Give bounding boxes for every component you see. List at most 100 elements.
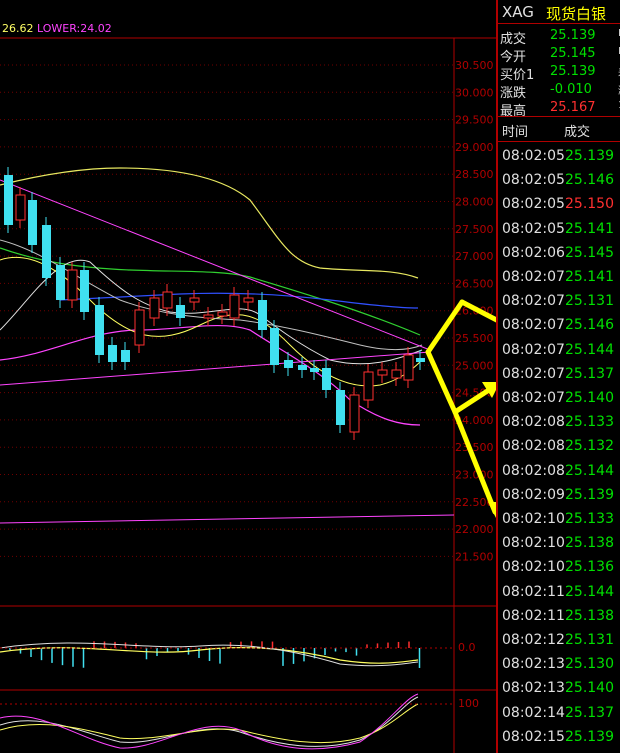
price-axis-label: 23.500 xyxy=(455,441,494,454)
tick-row[interactable]: 08:02:10 25.138 xyxy=(498,531,620,555)
quote-value: 25.139 xyxy=(550,28,596,43)
tick-row[interactable]: 08:02:06 25.145 xyxy=(498,241,620,265)
price-axis-label: 27.500 xyxy=(455,223,494,236)
tick-row[interactable]: 08:02:10 25.133 xyxy=(498,507,620,531)
tick-time: 08:02:08 xyxy=(502,438,565,455)
candlestick xyxy=(322,368,331,390)
quote-row: 今开 25.145 I xyxy=(498,46,620,65)
tick-row[interactable]: 08:02:12 25.131 xyxy=(498,628,620,652)
tick-row[interactable]: 08:02:11 25.144 xyxy=(498,580,620,604)
candlestick xyxy=(349,394,360,433)
quote-value: 25.145 xyxy=(550,46,596,61)
tick-row[interactable]: 08:02:13 25.140 xyxy=(498,676,620,700)
tick-price: 25.136 xyxy=(565,559,614,576)
candlestick xyxy=(243,297,254,303)
quote-row: 买价125.139差 xyxy=(498,64,620,83)
tick-row[interactable]: 08:02:07 25.146 xyxy=(498,313,620,337)
candlestick xyxy=(298,365,307,370)
tick-time: 08:02:10 xyxy=(502,511,565,527)
quote-row: 成交 25.139 I xyxy=(498,28,620,47)
price-axis-label: 30.500 xyxy=(455,59,494,72)
tick-price: 25.145 xyxy=(565,244,614,261)
tick-time: 08:02:11 xyxy=(502,583,565,600)
tick-row[interactable]: 08:02:11 25.138 xyxy=(498,604,620,628)
tick-row[interactable]: 08:02:07 25.144 xyxy=(498,338,620,362)
candlestick xyxy=(28,200,37,245)
tick-price: 25.139 xyxy=(565,728,614,745)
price-axis-label: 28.000 xyxy=(455,196,494,209)
candlestick xyxy=(217,311,228,317)
tick-price: 25.140 xyxy=(565,680,614,697)
tick-row[interactable]: 08:02:07 25.140 xyxy=(498,386,620,410)
tick-price: 25.141 xyxy=(565,269,614,285)
symbol-code: XAG xyxy=(502,3,534,21)
kline-chart[interactable]: 30.500 30.000 29.500 29.000 28.500 28.000 27.5… xyxy=(0,0,496,753)
tick-row[interactable]: 08:02:08 25.144 xyxy=(498,459,620,483)
quote-title: XAG 现货白银 xyxy=(498,0,620,24)
tick-row[interactable]: 08:02:08 25.133 xyxy=(498,410,620,434)
tick-price: 25.141 xyxy=(565,220,614,237)
tick-price: 25.137 xyxy=(565,704,614,721)
tick-price: 25.132 xyxy=(565,438,614,455)
candlestick xyxy=(149,297,160,319)
tick-row[interactable]: 08:02:07 25.141 xyxy=(498,265,620,289)
ticks-header: 时间 成交 xyxy=(498,116,620,142)
candlestick xyxy=(416,358,425,362)
tick-time: 08:02:07 xyxy=(502,293,565,310)
tick-price: 25.150 xyxy=(565,196,614,213)
price-axis-label: 25.500 xyxy=(455,332,494,345)
candlestick xyxy=(336,390,345,425)
tick-time: 08:02:08 xyxy=(502,462,565,479)
price-axis-label: 29.000 xyxy=(455,141,494,154)
tick-row[interactable]: 08:02:08 25.132 xyxy=(498,434,620,458)
candlestick xyxy=(4,175,13,225)
tick-price: 25.131 xyxy=(565,632,614,648)
kline-chart-area[interactable]: 26.62 LOWER:24.02 30.500 30.000 29.500 29.0… xyxy=(0,0,496,753)
tick-row[interactable]: 08:02:10 25.136 xyxy=(498,555,620,579)
tick-price: 25.146 xyxy=(565,172,614,189)
quote-row: 涨跌-0.010涨 xyxy=(498,82,620,101)
tick-row[interactable]: 08:02:05 25.141 xyxy=(498,217,620,241)
quote-label: 买价1 xyxy=(500,68,535,83)
tick-row[interactable]: 08:02:14 25.137 xyxy=(498,701,620,725)
symbol-name: 现货白银 xyxy=(546,5,607,23)
tick-time: 08:02:12 xyxy=(502,632,565,648)
kdj-100-label: 100 xyxy=(458,697,479,710)
tick-row[interactable]: 08:02:05 25.139 xyxy=(498,144,620,168)
tick-time: 08:02:05 xyxy=(502,220,565,237)
price-axis-label: 29.500 xyxy=(455,114,494,127)
tick-row[interactable]: 08:02:05 25.146 xyxy=(498,168,620,192)
price-axis-label: 26.500 xyxy=(455,277,494,290)
tick-time: 08:02:15 xyxy=(502,728,565,745)
tick-row[interactable]: 08:02:05 25.150 xyxy=(498,192,620,216)
price-axis-label: 25.000 xyxy=(455,359,494,372)
tick-time: 08:02:07 xyxy=(502,365,565,382)
tick-price: 25.138 xyxy=(565,535,614,552)
tick-time: 08:02:05 xyxy=(502,172,565,189)
candlestick xyxy=(363,371,374,401)
tick-price: 25.139 xyxy=(565,486,614,503)
tick-row[interactable]: 08:02:15 25.139 xyxy=(498,725,620,749)
tick-price: 25.131 xyxy=(565,293,614,310)
candlestick xyxy=(310,368,319,372)
ticks-header-time: 时间 xyxy=(502,125,529,140)
tick-row[interactable]: 08:02:07 25.131 xyxy=(498,289,620,313)
candlestick xyxy=(108,345,117,362)
candlestick xyxy=(229,294,240,319)
tick-row[interactable]: 08:02:07 25.137 xyxy=(498,362,620,386)
quote-value: 25.139 xyxy=(550,64,596,79)
price-axis-label: 22.000 xyxy=(455,523,494,536)
tick-price: 25.137 xyxy=(565,365,614,382)
tick-price: 25.146 xyxy=(565,317,614,334)
tick-time: 08:02:07 xyxy=(502,269,565,285)
tick-time: 08:02:05 xyxy=(502,148,565,164)
tick-time: 08:02:14 xyxy=(502,704,565,721)
tick-price: 25.130 xyxy=(565,656,614,673)
tick-row[interactable]: 08:02:09 25.139 xyxy=(498,483,620,507)
tick-row[interactable]: 08:02:13 25.130 xyxy=(498,652,620,676)
quote-value: 25.167 xyxy=(550,100,596,115)
tick-price: 25.144 xyxy=(565,341,614,358)
tick-price: 25.144 xyxy=(565,462,614,479)
quote-panel: XAG 现货白银 成交25.139I今开25.145I买价125.139差涨跌-… xyxy=(496,0,620,753)
price-axis-label: 30.000 xyxy=(455,86,494,99)
